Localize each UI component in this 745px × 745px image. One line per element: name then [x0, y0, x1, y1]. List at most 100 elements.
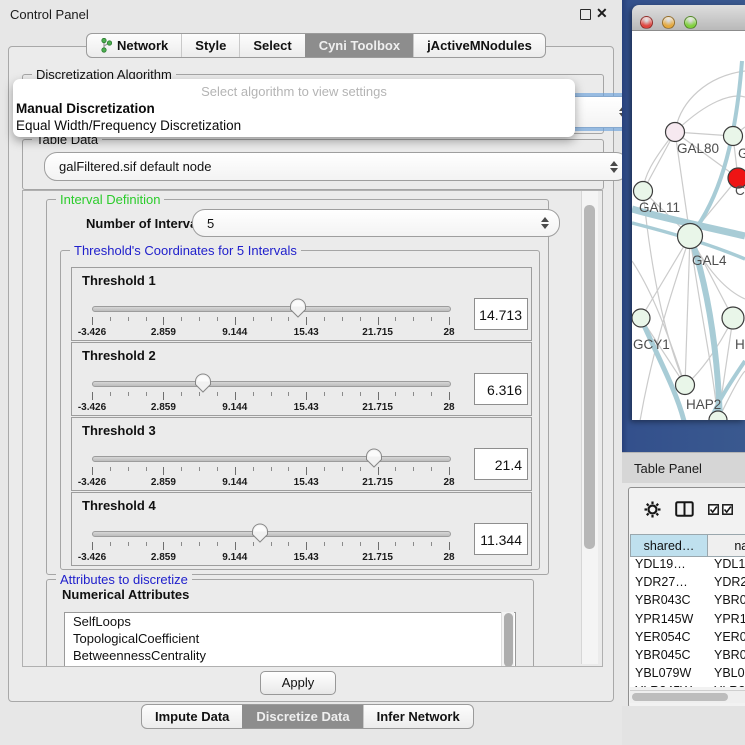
- network-node[interactable]: [632, 309, 650, 327]
- tab-cyni-toolbox[interactable]: Cyni Toolbox: [305, 34, 413, 57]
- dropdown-option-manual[interactable]: Manual Discretization: [13, 100, 575, 117]
- cell-name: YPR1: [711, 612, 745, 626]
- table-row[interactable]: YER054CYER0: [630, 630, 745, 648]
- network-node[interactable]: [634, 182, 653, 201]
- table-panel-title: Table Panel: [634, 461, 702, 476]
- slider-minor-tick: [271, 542, 272, 546]
- network-window-titlebar[interactable]: [632, 5, 745, 31]
- slider-thumb[interactable]: [289, 298, 307, 318]
- network-edge[interactable]: [641, 236, 690, 318]
- table-data-combobox[interactable]: galFiltered.sif default node: [44, 152, 629, 181]
- slider-track[interactable]: [92, 306, 451, 312]
- slider-major-tick: [235, 317, 236, 325]
- network-node[interactable]: [666, 123, 685, 142]
- network-node-label: H: [735, 337, 745, 352]
- slider-minor-tick: [324, 317, 325, 321]
- traffic-lights[interactable]: [640, 16, 697, 29]
- cell-shared-name: YDL19…: [630, 557, 711, 571]
- table-horizontal-scrollbar[interactable]: [630, 690, 745, 703]
- slider-thumb[interactable]: [251, 523, 269, 543]
- apply-button[interactable]: Apply: [260, 671, 336, 695]
- slider-tick-label: 28: [443, 477, 454, 488]
- table-row[interactable]: YDR27…YDR2: [630, 575, 745, 593]
- gear-icon[interactable]: [644, 501, 661, 518]
- threshold-value-field[interactable]: 21.4: [474, 448, 528, 480]
- table-row[interactable]: YPR145WYPR1: [630, 612, 745, 630]
- slider-minor-tick: [413, 317, 414, 321]
- table-row[interactable]: YBR045CYBR0: [630, 648, 745, 666]
- table-row[interactable]: YLR345WYLR3: [630, 684, 745, 687]
- cell-shared-name: YLR345W: [630, 684, 711, 687]
- close-icon[interactable]: ✕: [596, 5, 608, 22]
- table-row[interactable]: YBL079WYBL0: [630, 666, 745, 684]
- slider-minor-tick: [128, 467, 129, 471]
- num-intervals-combobox[interactable]: 5: [192, 209, 560, 237]
- column-header-name[interactable]: name: [708, 534, 745, 557]
- column-header-shared-name[interactable]: shared…: [630, 534, 708, 557]
- network-node[interactable]: [724, 127, 743, 146]
- dropdown-option-equal-width[interactable]: Equal Width/Frequency Discretization: [13, 117, 575, 134]
- column-layout-icon[interactable]: [675, 501, 694, 517]
- threshold-label: Threshold 1: [82, 273, 156, 288]
- slider-track[interactable]: [92, 381, 451, 387]
- slider-minor-tick: [288, 542, 289, 546]
- thresholds-group-label: Threshold's Coordinates for 5 Intervals: [70, 243, 301, 258]
- zoom-traffic-light-icon[interactable]: [684, 16, 697, 29]
- float-window-icon[interactable]: [580, 9, 591, 20]
- attribute-list-item[interactable]: SelfLoops: [65, 613, 515, 630]
- tab-style[interactable]: Style: [181, 34, 239, 57]
- slider-track[interactable]: [92, 456, 451, 462]
- attributes-group-label: Attributes to discretize: [56, 572, 192, 587]
- slider-tick-label: -3.426: [78, 402, 106, 413]
- slider-thumb[interactable]: [365, 448, 383, 468]
- slider-tick-label: 21.715: [362, 477, 393, 488]
- threshold-value-field[interactable]: 6.316: [474, 373, 528, 405]
- scrollbar-thumb[interactable]: [584, 205, 595, 549]
- cell-name: YBL0: [711, 666, 745, 680]
- network-edge-highlighted[interactable]: [642, 321, 684, 420]
- threshold-value-field[interactable]: 11.344: [474, 523, 528, 555]
- threshold-label: Threshold 2: [82, 348, 156, 363]
- network-node[interactable]: [722, 307, 744, 329]
- tab-label: Network: [117, 38, 168, 53]
- tab-discretize-data[interactable]: Discretize Data: [242, 705, 362, 728]
- network-node[interactable]: [678, 224, 703, 249]
- cell-shared-name: YPR145W: [630, 612, 711, 626]
- scrollbar-thumb[interactable]: [504, 613, 513, 667]
- numerical-attributes-list: SelfLoopsTopologicalCoefficientBetweenne…: [64, 612, 516, 667]
- slider-tick-label: 15.43: [294, 552, 319, 563]
- slider-track[interactable]: [92, 531, 451, 537]
- tab-infer-network[interactable]: Infer Network: [363, 705, 473, 728]
- table-row[interactable]: YBR043CYBR0: [630, 593, 745, 611]
- tab-impute-data[interactable]: Impute Data: [142, 705, 242, 728]
- minimize-traffic-light-icon[interactable]: [662, 16, 675, 29]
- slider-tick-label: 2.859: [151, 402, 176, 413]
- tab-network[interactable]: Network: [87, 34, 181, 57]
- checkbox-icon[interactable]: [722, 504, 733, 515]
- tab-select[interactable]: Select: [239, 34, 304, 57]
- network-canvas[interactable]: GAL80GACGAL11GAL4GCY1HHAP2: [632, 31, 745, 420]
- cell-shared-name: YBR045C: [630, 648, 711, 662]
- network-node-label: HAP2: [686, 397, 721, 412]
- table-panel-titlebar: Table Panel: [622, 452, 745, 483]
- close-traffic-light-icon[interactable]: [640, 16, 653, 29]
- slider-minor-tick: [181, 542, 182, 546]
- algorithm-dropdown-popup: Select algorithm to view settings Manual…: [13, 79, 575, 137]
- threshold-value-field[interactable]: 14.713: [474, 298, 528, 330]
- slider-thumb[interactable]: [194, 373, 212, 393]
- threshold-panel-1: Threshold 1-3.4262.8599.14415.4321.71528…: [71, 267, 532, 341]
- scrollbar-thumb[interactable]: [632, 693, 728, 701]
- network-node[interactable]: [676, 376, 695, 395]
- tab-jactivemnodules[interactable]: jActiveMNodules: [413, 34, 545, 57]
- table-row[interactable]: YDL19…YDL1: [630, 557, 745, 575]
- slider-major-tick: [235, 542, 236, 550]
- slider-tick-label: -3.426: [78, 552, 106, 563]
- main-scrollbar[interactable]: [581, 191, 598, 664]
- attributes-scrollbar[interactable]: [501, 612, 514, 667]
- attribute-list-item[interactable]: BetweennessCentrality: [65, 647, 515, 664]
- slider-major-tick: [449, 317, 450, 325]
- network-edge[interactable]: [685, 236, 690, 385]
- tab-label: Impute Data: [155, 709, 229, 724]
- checkbox-icon[interactable]: [708, 504, 719, 515]
- attribute-list-item[interactable]: TopologicalCoefficient: [65, 630, 515, 647]
